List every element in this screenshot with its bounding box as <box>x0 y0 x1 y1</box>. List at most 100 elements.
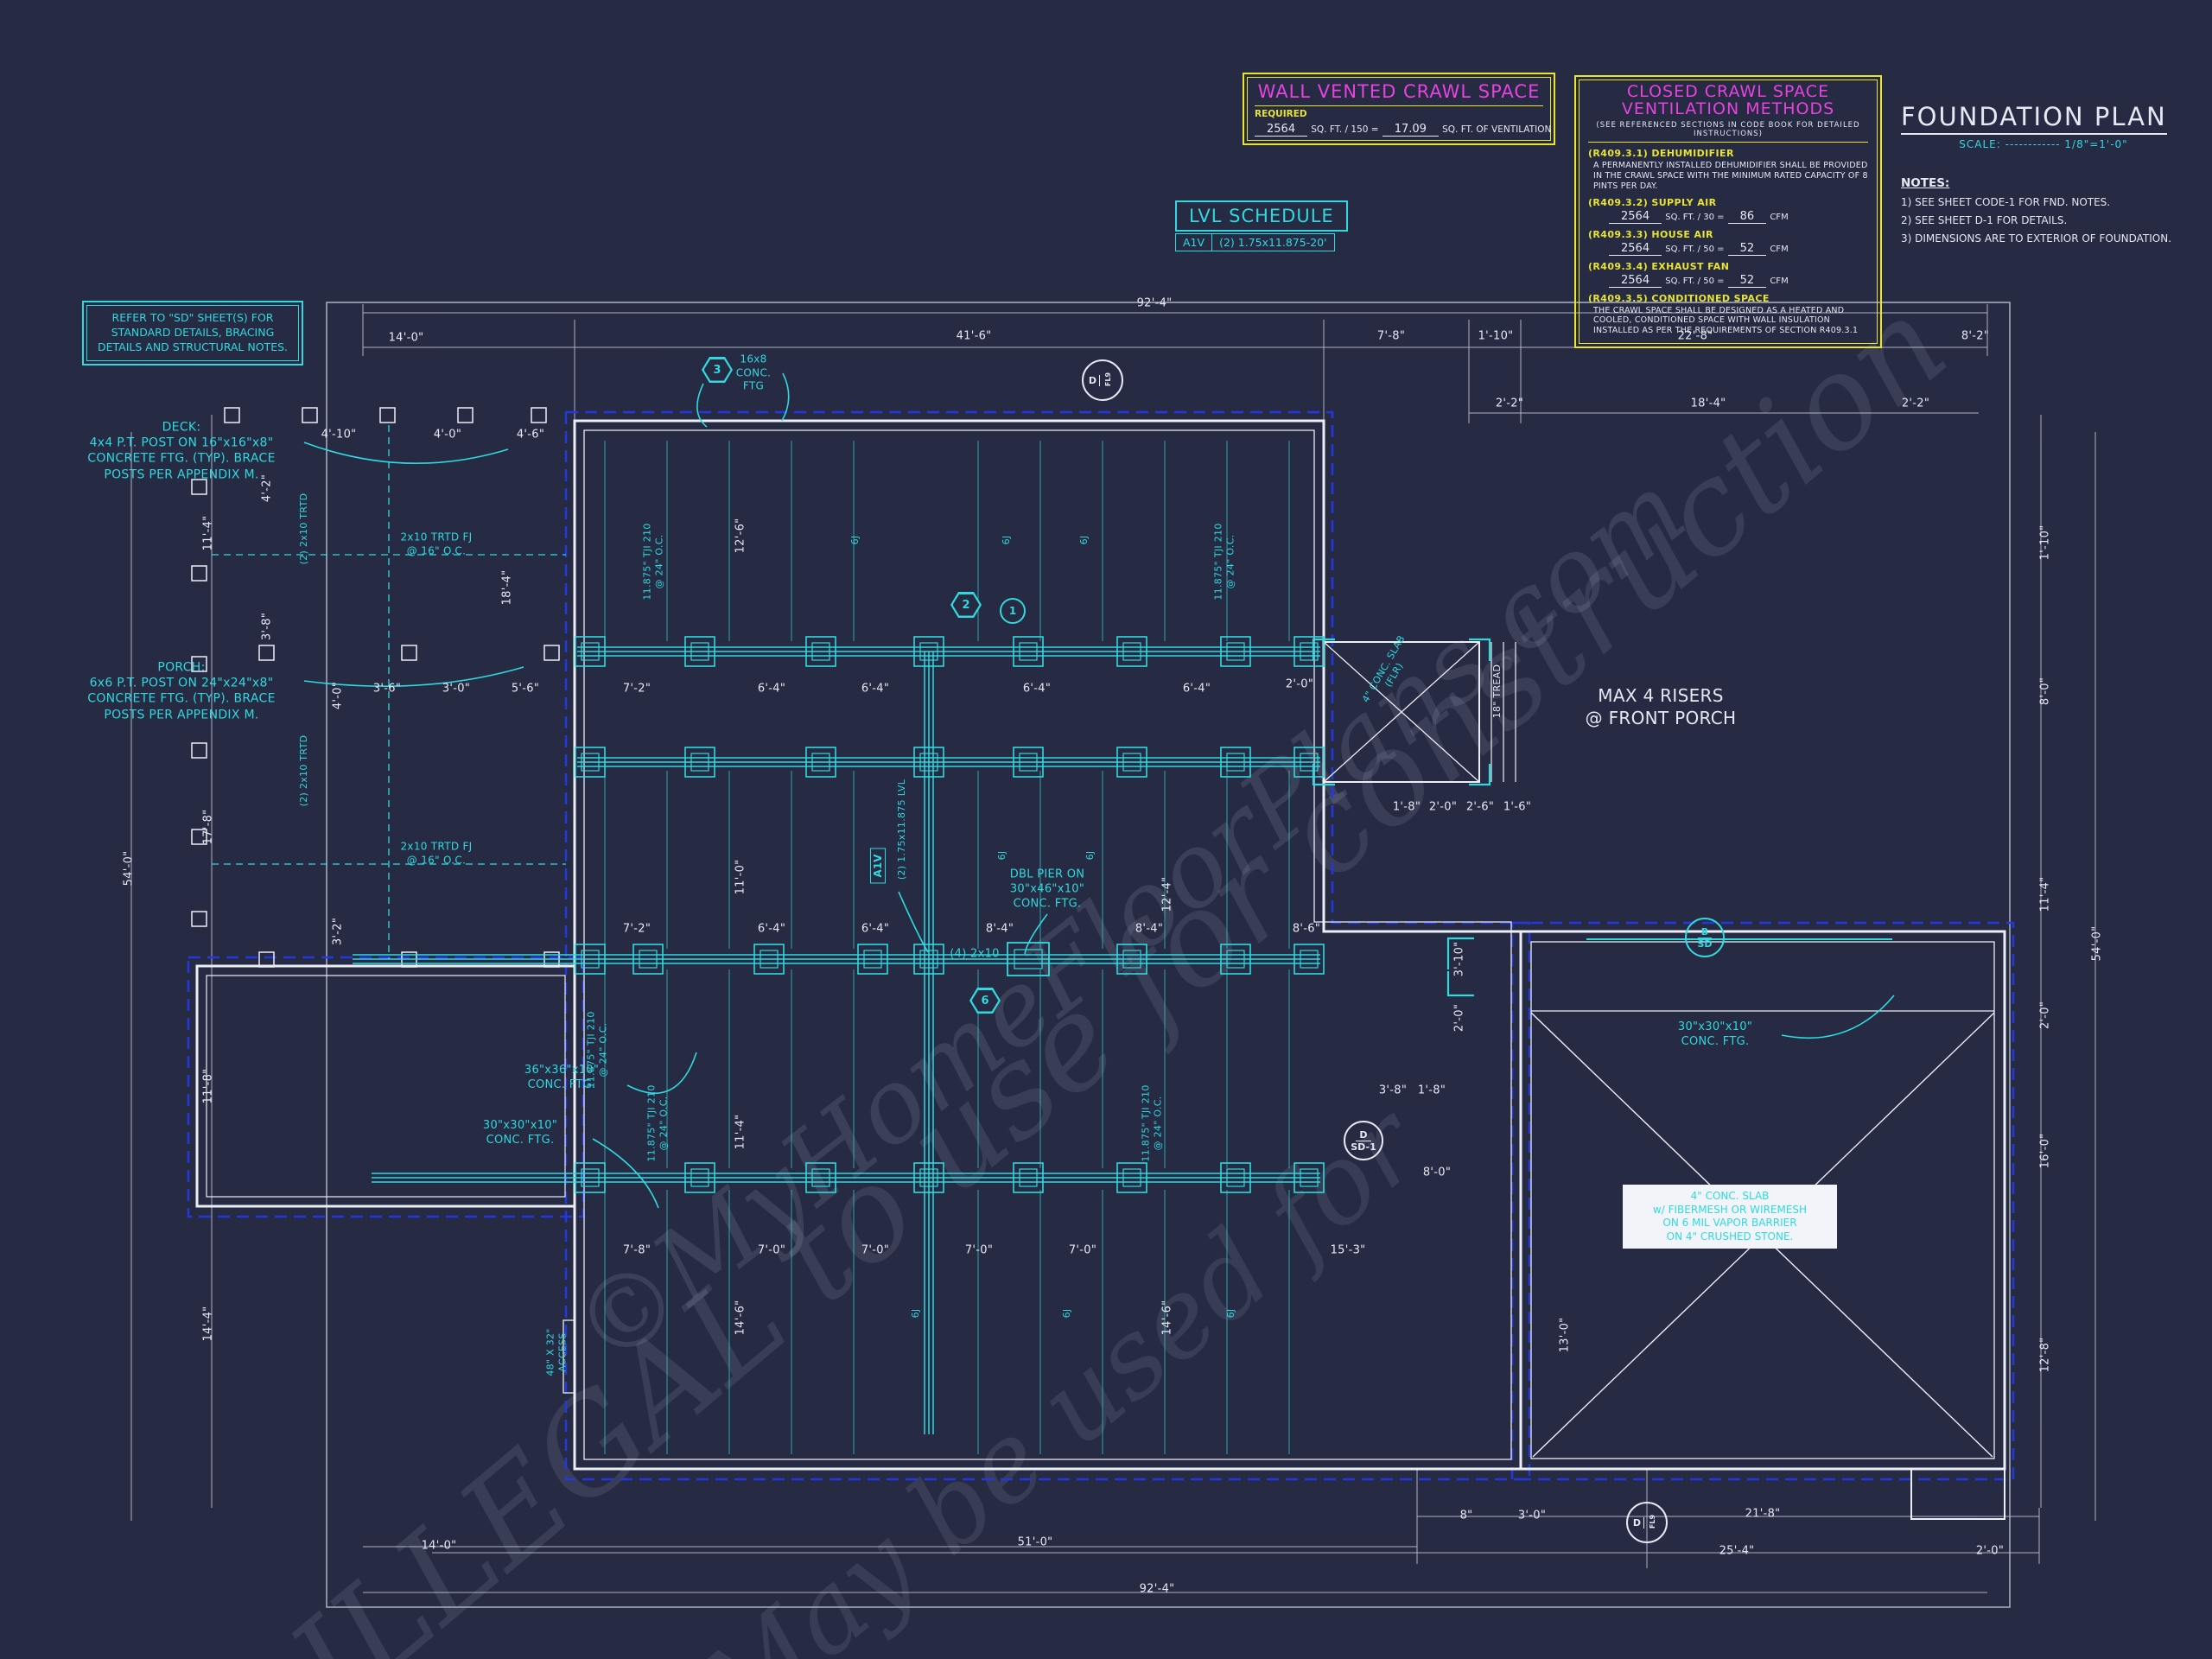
plan-note-label: 30"x30"x10" CONC. FTG. <box>1678 1020 1752 1050</box>
closed-crawl-title-2: VENTILATION METHODS <box>1588 101 1868 118</box>
pier-squares <box>575 637 1324 1192</box>
sd-reference-note-text: REFER TO "SD" SHEET(S) FOR STANDARD DETA… <box>86 305 299 361</box>
dimension-label: 7'-0" <box>861 1244 889 1259</box>
dimension-label: 2'-6" <box>1466 801 1494 816</box>
footing-hex-marker: 3 <box>702 357 733 383</box>
garage-slab-note: 4" CONC. SLAB w/ FIBERMESH OR WIREMESH O… <box>1623 1185 1837 1249</box>
vent-result-value: 17.09 <box>1382 123 1439 137</box>
plan-note-label: 11.875" TJI 210 @ 24" O.C. <box>642 523 667 600</box>
note-item: 1) SEE SHEET CODE-1 FOR FND. NOTES. <box>1901 194 2186 212</box>
plan-note-label: 16x8 CONC. FTG <box>736 353 772 394</box>
plan-note-label: 2x10 TRTD FJ @ 16" O.C. <box>400 531 472 557</box>
dimension-label: 11'-0" <box>734 860 749 895</box>
section-formula: 2564 SQ. FT. / 50 = 52 CFM <box>1609 274 1868 288</box>
dimension-label: 8" <box>1460 1510 1473 1524</box>
dimension-label: 14'-0" <box>422 1540 457 1554</box>
footing-hex-marker: 2 <box>950 592 982 618</box>
plan-note-label: 6J <box>996 851 1008 861</box>
plan-note-label: 6J <box>1001 536 1013 545</box>
dimension-label: 2'-0" <box>1429 801 1457 816</box>
notes-heading: NOTES: <box>1901 176 2186 190</box>
dimension-label: 3'-2" <box>332 918 346 945</box>
dimension-label: 15'-3" <box>1331 1244 1366 1259</box>
blue-dashed-footing-lines <box>188 412 2013 1479</box>
dimension-label: 8'-0" <box>1423 1166 1451 1181</box>
closed-crawl-space-table: CLOSED CRAWL SPACE VENTILATION METHODS (… <box>1574 75 1882 348</box>
dimension-label: 2'-0" <box>1286 678 1313 693</box>
plan-note-label: (2) 2x10 TRTD <box>298 493 310 565</box>
plan-note-label: 6J <box>1084 851 1096 861</box>
dimension-label: 7'-0" <box>965 1244 993 1259</box>
dimension-label: 14'-6" <box>1161 1300 1176 1336</box>
elevation-marker: DFL9 <box>1626 1502 1668 1543</box>
dimension-label: 7'-8" <box>1377 330 1405 345</box>
dimension-label: 11'-4" <box>202 516 217 551</box>
dimension-lines <box>131 304 2095 1592</box>
closed-crawl-section: (R409.3.5) CONDITIONED SPACETHE CRAWL SP… <box>1588 293 1868 337</box>
vent-area-value: 2564 <box>1255 123 1307 137</box>
dimension-label: 14'-6" <box>734 1300 749 1336</box>
plan-note-label: 11.875" TJI 210 @ 24" O.C. <box>646 1084 671 1161</box>
dimension-label: MAX 4 RISERS @ FRONT PORCH <box>1586 684 1737 729</box>
dimension-label: 4'-10" <box>321 429 357 443</box>
dimension-label: 18" TREAD <box>1491 664 1503 719</box>
closed-crawl-subtitle: (SEE REFERENCED SECTIONS IN CODE BOOK FO… <box>1588 118 1868 143</box>
wall-vented-crawl-space-table: WALL VENTED CRAWL SPACE REQUIRED 2564 SQ… <box>1243 73 1555 145</box>
plan-note-label: 48" X 32" ACCESS <box>545 1328 570 1376</box>
dimension-label: 12'-8" <box>2039 1338 2054 1373</box>
dimension-label: 1'-6" <box>1503 801 1531 816</box>
plan-note-label: 11.875" TJI 210 @ 24" O.C. <box>586 1011 611 1088</box>
plan-note-label: 2x10 TRTD FJ @ 16" O.C. <box>400 840 472 867</box>
dimension-label: 3'-10" <box>1453 942 1468 977</box>
dimension-label: 21'-8" <box>1745 1508 1781 1522</box>
sd-reference-note: REFER TO "SD" SHEET(S) FOR STANDARD DETA… <box>82 301 303 365</box>
section-formula: 2564 SQ. FT. / 30 = 86 CFM <box>1609 210 1868 224</box>
dimension-label: 6'-4" <box>1183 683 1211 697</box>
title-block: FOUNDATION PLAN SCALE: ------------ 1/8"… <box>1901 102 2186 248</box>
page-title: FOUNDATION PLAN <box>1901 102 2167 135</box>
dimension-label: 3'-8" <box>1379 1084 1407 1099</box>
section-body: THE CRAWL SPACE SHALL BE DESIGNED AS A H… <box>1593 306 1868 337</box>
dimension-label: 3'-0" <box>1518 1510 1546 1524</box>
plan-note-label: 11.875" TJI 210 @ 24" O.C. <box>1213 523 1238 600</box>
dimension-label: 51'-0" <box>1018 1536 1053 1551</box>
dimension-label: 1'-10" <box>1478 330 1514 345</box>
lvl-row: A1V(2) 1.75x11.875-20' <box>1176 234 1335 251</box>
plan-note-label: 6J <box>1225 1309 1237 1319</box>
dimension-label: 13'-0" <box>1559 1318 1573 1353</box>
dimension-label: 6'-4" <box>758 683 785 697</box>
dimension-label: 18'-4" <box>501 570 516 606</box>
plan-note-label: DECK: 4x4 P.T. POST ON 16"x16"x8" CONCRE… <box>87 420 275 483</box>
dimension-label: 7'-8" <box>623 1244 651 1259</box>
dimension-label: 12'-4" <box>1161 877 1176 912</box>
vent-unit: SQ. FT. OF VENTILATION <box>1442 124 1551 135</box>
plan-note-label: 30"x30"x10" CONC. FTG. <box>483 1119 557 1148</box>
section-body: A PERMANENTLY INSTALLED DEHUMIDIFIER SHA… <box>1593 161 1868 192</box>
plan-note-label: (2) 1.75x11.875 LVL <box>896 779 908 880</box>
footing-hex-marker: 6 <box>969 988 1001 1014</box>
dimension-label: 1'-10" <box>2039 525 2054 561</box>
dimension-label: 1'-8" <box>1418 1084 1446 1099</box>
dimension-label: 8'-2" <box>1961 330 1989 345</box>
dimension-label: 3'-0" <box>442 683 470 697</box>
dimension-label: 2'-0" <box>1976 1545 2004 1560</box>
dimension-label: 18'-4" <box>1691 397 1726 412</box>
dimension-label: 12'-6" <box>734 518 749 554</box>
plan-note-label: 11.875" TJI 210 @ 24" O.C. <box>1141 1084 1166 1161</box>
section-cut-marker: DSD-1 <box>1344 1121 1383 1160</box>
closed-crawl-section: (R409.3.3) HOUSE AIR2564 SQ. FT. / 50 = … <box>1588 229 1868 256</box>
note-item: 3) DIMENSIONS ARE TO EXTERIOR OF FOUNDAT… <box>1901 230 2186 248</box>
foundation-plan-sheet: ©MyHomeFloorPlans.comILLEGAL to use for … <box>0 0 2212 1659</box>
foundation-walls <box>197 421 2005 1519</box>
dimension-label: 92'-4" <box>1140 1583 1175 1598</box>
section-cut-marker: BSD <box>1685 918 1725 957</box>
dimension-label: 54'-0" <box>2091 926 2106 962</box>
vent-divisor: SQ. FT. / 150 = <box>1311 124 1378 135</box>
plan-note-label: DBL PIER ON 30"x46"x10" CONC. FTG. <box>1010 868 1085 912</box>
joist-lines <box>605 441 1289 1454</box>
closed-crawl-sections: (R409.3.1) DEHUMIDIFIERA PERMANENTLY INS… <box>1588 148 1868 336</box>
plan-note-label: 6J <box>849 536 861 545</box>
dimension-label: 16'-0" <box>2039 1134 2054 1169</box>
plan-note-label: 6J <box>910 1309 922 1319</box>
section-heading: (R409.3.4) EXHAUST FAN <box>1588 261 1868 272</box>
